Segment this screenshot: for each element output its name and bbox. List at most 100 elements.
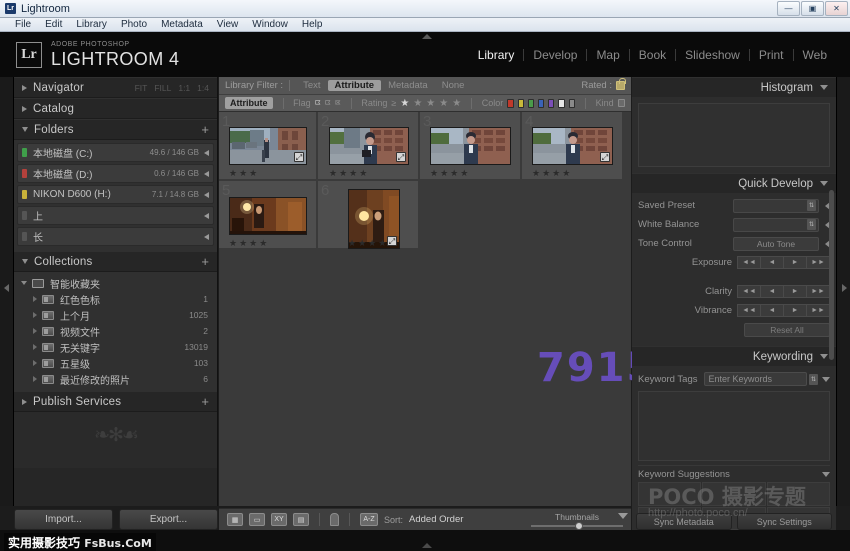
filter-tab-none[interactable]: None xyxy=(435,80,472,91)
step-plus-large[interactable]: ►► xyxy=(806,285,830,298)
rating-star-1[interactable]: ★ xyxy=(400,98,409,109)
filter-tab-metadata[interactable]: Metadata xyxy=(381,80,435,91)
smart-collections-group[interactable]: 智能收藏夹 xyxy=(17,275,214,291)
minimize-button[interactable]: — xyxy=(777,1,800,16)
right-panel-collapse-strip[interactable] xyxy=(836,77,850,506)
lock-icon[interactable] xyxy=(616,81,625,90)
folder-item-5[interactable]: 长 xyxy=(17,227,214,246)
slider-knob[interactable] xyxy=(575,522,583,530)
collection-item-red[interactable]: 红色色标 1 xyxy=(17,291,214,307)
module-map[interactable]: Map xyxy=(587,48,628,62)
white-balance-select[interactable]: ⇅ xyxy=(733,218,819,232)
vibrance-stepper[interactable]: ◄◄ ◄ ► ►► xyxy=(738,304,830,317)
flag-pick-icon[interactable] xyxy=(315,98,321,108)
suggestion-cell[interactable] xyxy=(702,482,765,506)
folder-item-c[interactable]: 本地磁盘 (C:) 49.6 / 146 GB xyxy=(17,143,214,162)
sort-value[interactable]: Added Order xyxy=(409,514,463,525)
survey-view-icon[interactable]: ▤ xyxy=(293,513,309,526)
module-book[interactable]: Book xyxy=(630,48,675,62)
develop-badge-icon[interactable]: ⤢ xyxy=(387,236,397,246)
develop-badge-icon[interactable]: ⤢ xyxy=(600,152,610,162)
chevron-right-icon[interactable] xyxy=(204,234,209,240)
exposure-stepper[interactable]: ◄◄ ◄ ► ►► xyxy=(738,256,830,269)
rating-stars[interactable]: ★★★ xyxy=(229,168,259,179)
collection-item-video[interactable]: 视频文件 2 xyxy=(17,323,214,339)
sync-metadata-button[interactable]: Sync Metadata xyxy=(636,513,732,530)
folders-panel-header[interactable]: Folders + xyxy=(14,119,217,140)
chevron-right-icon[interactable] xyxy=(204,213,209,219)
saved-preset-select[interactable]: ⇅ xyxy=(733,199,819,213)
chevron-right-icon[interactable] xyxy=(204,171,209,177)
rating-stars[interactable]: ★★★★ xyxy=(329,168,369,179)
chevron-down-icon[interactable] xyxy=(822,377,830,382)
zoom-1-1[interactable]: 1:1 xyxy=(178,83,190,93)
grid-cell[interactable]: 4 xyxy=(522,112,623,180)
quick-develop-panel-header[interactable]: Quick Develop xyxy=(632,173,836,193)
rating-star-5[interactable]: ★ xyxy=(452,98,461,109)
sync-settings-button[interactable]: Sync Settings xyxy=(737,513,833,530)
step-plus[interactable]: ► xyxy=(783,304,807,317)
loupe-view-icon[interactable]: ▭ xyxy=(249,513,265,526)
add-collection-icon[interactable]: + xyxy=(201,257,209,267)
collection-item-lastmonth[interactable]: 上个月 1025 xyxy=(17,307,214,323)
menu-photo[interactable]: Photo xyxy=(114,19,154,30)
grid-cell[interactable]: 6 ⤢ ★★★★ xyxy=(318,181,419,249)
rating-operator[interactable]: ≥ xyxy=(391,98,396,108)
grid-cell[interactable]: 2 xyxy=(318,112,419,180)
keyword-input[interactable]: Enter Keywords xyxy=(704,372,808,386)
maximize-button[interactable]: ▣ xyxy=(801,1,824,16)
flag-unflagged-icon[interactable] xyxy=(325,98,331,108)
catalog-panel-header[interactable]: Catalog xyxy=(14,98,217,119)
step-minus[interactable]: ◄ xyxy=(760,256,784,269)
color-swatch-none[interactable] xyxy=(569,99,575,108)
zoom-fill[interactable]: FILL xyxy=(154,83,171,93)
module-print[interactable]: Print xyxy=(750,48,793,62)
collections-panel-header[interactable]: Collections + xyxy=(14,251,217,272)
keyword-list-area[interactable] xyxy=(638,391,830,461)
export-button[interactable]: Export... xyxy=(119,509,218,530)
sort-direction-icon[interactable]: A-Z xyxy=(360,513,378,526)
flag-reject-icon[interactable] xyxy=(335,98,341,108)
collection-item-fivestar[interactable]: 五星级 103 xyxy=(17,355,214,371)
step-minus-large[interactable]: ◄◄ xyxy=(737,256,761,269)
zoom-1-4[interactable]: 1:4 xyxy=(197,83,209,93)
rating-stars[interactable]: ★★★★ xyxy=(229,238,269,249)
module-web[interactable]: Web xyxy=(794,48,836,62)
toolbar-options-icon[interactable] xyxy=(618,513,628,519)
step-minus-large[interactable]: ◄◄ xyxy=(737,304,761,317)
filter-tab-attribute[interactable]: Attribute xyxy=(328,80,382,91)
suggestion-cell[interactable] xyxy=(767,482,830,506)
left-panel-collapse-strip[interactable] xyxy=(0,77,14,506)
menu-file[interactable]: File xyxy=(8,19,38,30)
folder-item-4[interactable]: 上 xyxy=(17,206,214,225)
color-swatch-red[interactable] xyxy=(507,99,513,108)
color-swatch-yellow[interactable] xyxy=(518,99,524,108)
thumbnail-size-slider[interactable]: Thumbnails xyxy=(531,512,623,527)
rating-stars[interactable]: ★★★★ xyxy=(430,168,470,179)
folder-item-nikon[interactable]: NIKON D600 (H:) 7.1 / 14.8 GB xyxy=(17,185,214,204)
painter-tool-icon[interactable] xyxy=(330,513,339,526)
menu-edit[interactable]: Edit xyxy=(38,19,69,30)
auto-tone-button[interactable]: Auto Tone xyxy=(733,237,819,251)
keywording-panel-header[interactable]: Keywording xyxy=(632,346,836,366)
keyword-suggestions-header[interactable]: Keyword Suggestions xyxy=(638,465,830,482)
compare-view-icon[interactable]: XY xyxy=(271,513,287,526)
photo-thumbnail[interactable]: ⤢ xyxy=(229,127,307,165)
grid-cell[interactable]: 3 xyxy=(420,112,521,180)
top-panel-toggle-icon[interactable] xyxy=(422,34,432,39)
navigator-panel-header[interactable]: Navigator FIT FILL 1:1 1:4 xyxy=(14,77,217,98)
color-swatch-green[interactable] xyxy=(528,99,534,108)
develop-badge-icon[interactable]: ⤢ xyxy=(294,152,304,162)
step-plus[interactable]: ► xyxy=(783,256,807,269)
rating-star-3[interactable]: ★ xyxy=(426,98,435,109)
rating-star-2[interactable]: ★ xyxy=(413,98,422,109)
develop-badge-icon[interactable]: ⤢ xyxy=(396,152,406,162)
step-plus[interactable]: ► xyxy=(783,285,807,298)
collection-item-nokeyword[interactable]: 无关键字 13019 xyxy=(17,339,214,355)
suggestion-cell[interactable] xyxy=(638,482,701,506)
chevron-right-icon[interactable] xyxy=(204,150,209,156)
right-panel-scrollbar[interactable] xyxy=(829,190,834,360)
spinner-icon[interactable]: ⇅ xyxy=(809,374,818,385)
reset-all-button[interactable]: Reset All xyxy=(744,323,830,337)
step-plus-large[interactable]: ►► xyxy=(806,304,830,317)
